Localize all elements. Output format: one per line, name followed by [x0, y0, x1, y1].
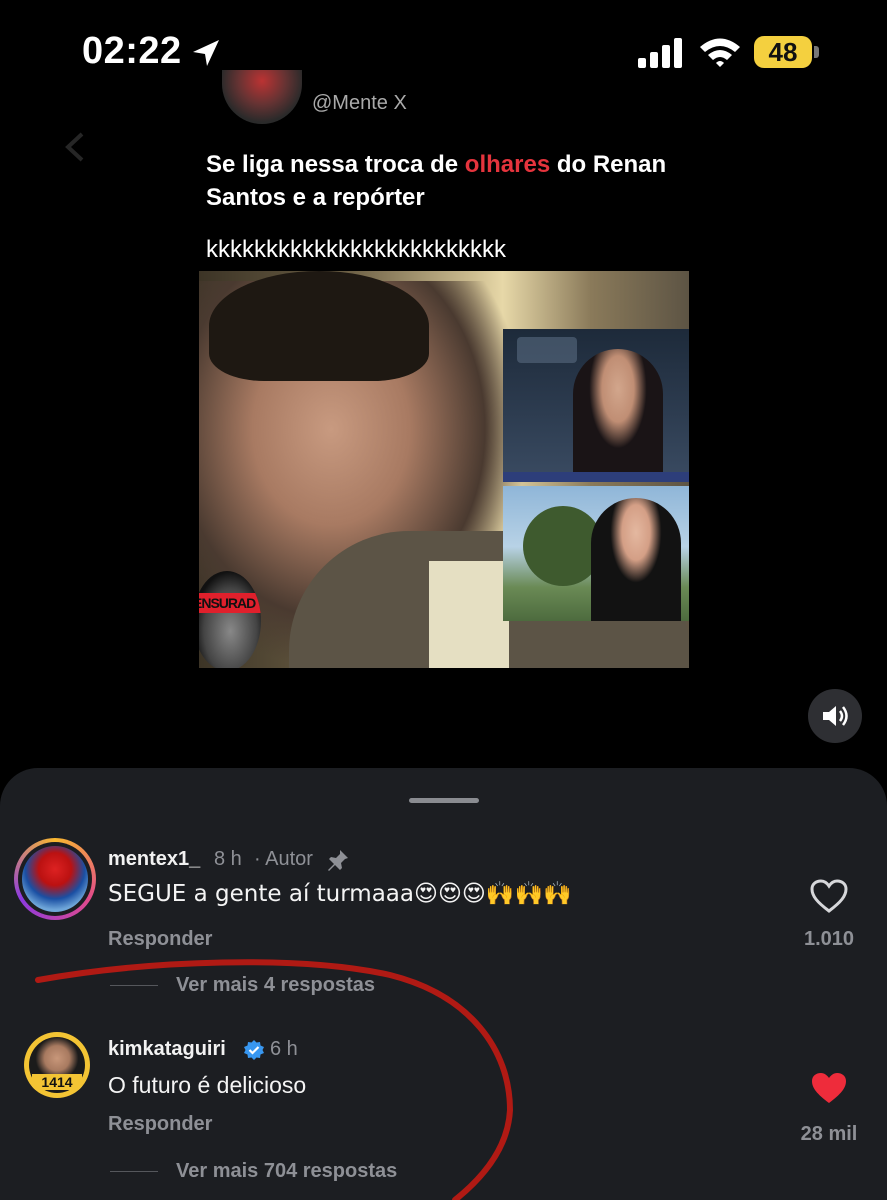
heart-filled-icon[interactable] [809, 1070, 849, 1106]
like-count: 28 mil [800, 1123, 858, 1145]
comment-username[interactable]: mentex1_ [108, 848, 200, 871]
post-author-avatar[interactable] [222, 70, 302, 124]
news-logo [517, 337, 577, 363]
heart-outline-icon[interactable] [809, 878, 849, 914]
view-more-replies-button[interactable]: Ver mais 4 respostas [176, 974, 375, 997]
post-caption: Se liga nessa troca de olhares do Renan … [206, 148, 706, 214]
like-count: 1.010 [803, 928, 855, 950]
video-inset-reporter [503, 486, 689, 621]
reporter-figure [591, 498, 681, 621]
replies-divider [110, 985, 158, 986]
cellular-signal-icon [638, 38, 682, 68]
comment-text: O futuro é delicioso [108, 1072, 307, 1098]
verified-badge-icon [244, 1040, 264, 1060]
status-bar: 02:22 48 [0, 0, 887, 100]
video-inset-news-anchor [503, 329, 689, 482]
post-author-handle[interactable]: @Mente X [312, 92, 407, 115]
comment-time: 6 h [270, 1038, 298, 1060]
news-bar [503, 472, 689, 482]
status-time: 02:22 [82, 30, 182, 72]
video-man-hair [209, 271, 429, 381]
author-tag: · Autor [254, 848, 313, 870]
spiderman-avatar-icon [22, 846, 88, 912]
replies-divider [110, 1171, 158, 1172]
wifi-icon [700, 38, 740, 67]
post-caption-highlight: olhares [464, 151, 551, 178]
battery-cap [814, 46, 819, 58]
post-subtext: kkkkkkkkkkkkkkkkkkkkkkkkk [206, 236, 506, 263]
location-arrow-icon [193, 40, 219, 66]
back-chevron-icon [65, 132, 84, 162]
battery-indicator: 48 [754, 36, 812, 68]
comment-text: SEGUE a gente aí turmaaa😍😍😍🙌🙌🙌 [108, 881, 572, 907]
sheet-grabber-handle[interactable] [409, 798, 479, 803]
sound-toggle-button[interactable] [808, 689, 862, 743]
comment-avatar-kimkataguiri[interactable]: 1414 [24, 1032, 90, 1098]
comment-username[interactable]: kimkataguiri [108, 1038, 226, 1061]
reply-button[interactable]: Responder [108, 928, 212, 951]
speaker-icon [823, 706, 848, 726]
news-anchor-figure [573, 349, 663, 482]
comment-avatar-mentex1[interactable] [14, 838, 96, 920]
comment-time: 8 h [214, 848, 242, 870]
reply-button[interactable]: Responder [108, 1113, 212, 1136]
pin-icon [328, 850, 348, 871]
view-more-replies-button[interactable]: Ver mais 704 respostas [176, 1160, 397, 1183]
post-video[interactable]: ENSURAD [199, 271, 689, 668]
avatar-number: 1414 [32, 1074, 82, 1090]
comments-sheet: mentex1_ 8 h · Autor SEGUE a gente aí tu… [0, 768, 887, 1200]
censored-badge-label: ENSURAD [199, 593, 261, 613]
video-man-shirt [429, 561, 509, 668]
post-caption-start: Se liga nessa troca de [206, 151, 465, 178]
